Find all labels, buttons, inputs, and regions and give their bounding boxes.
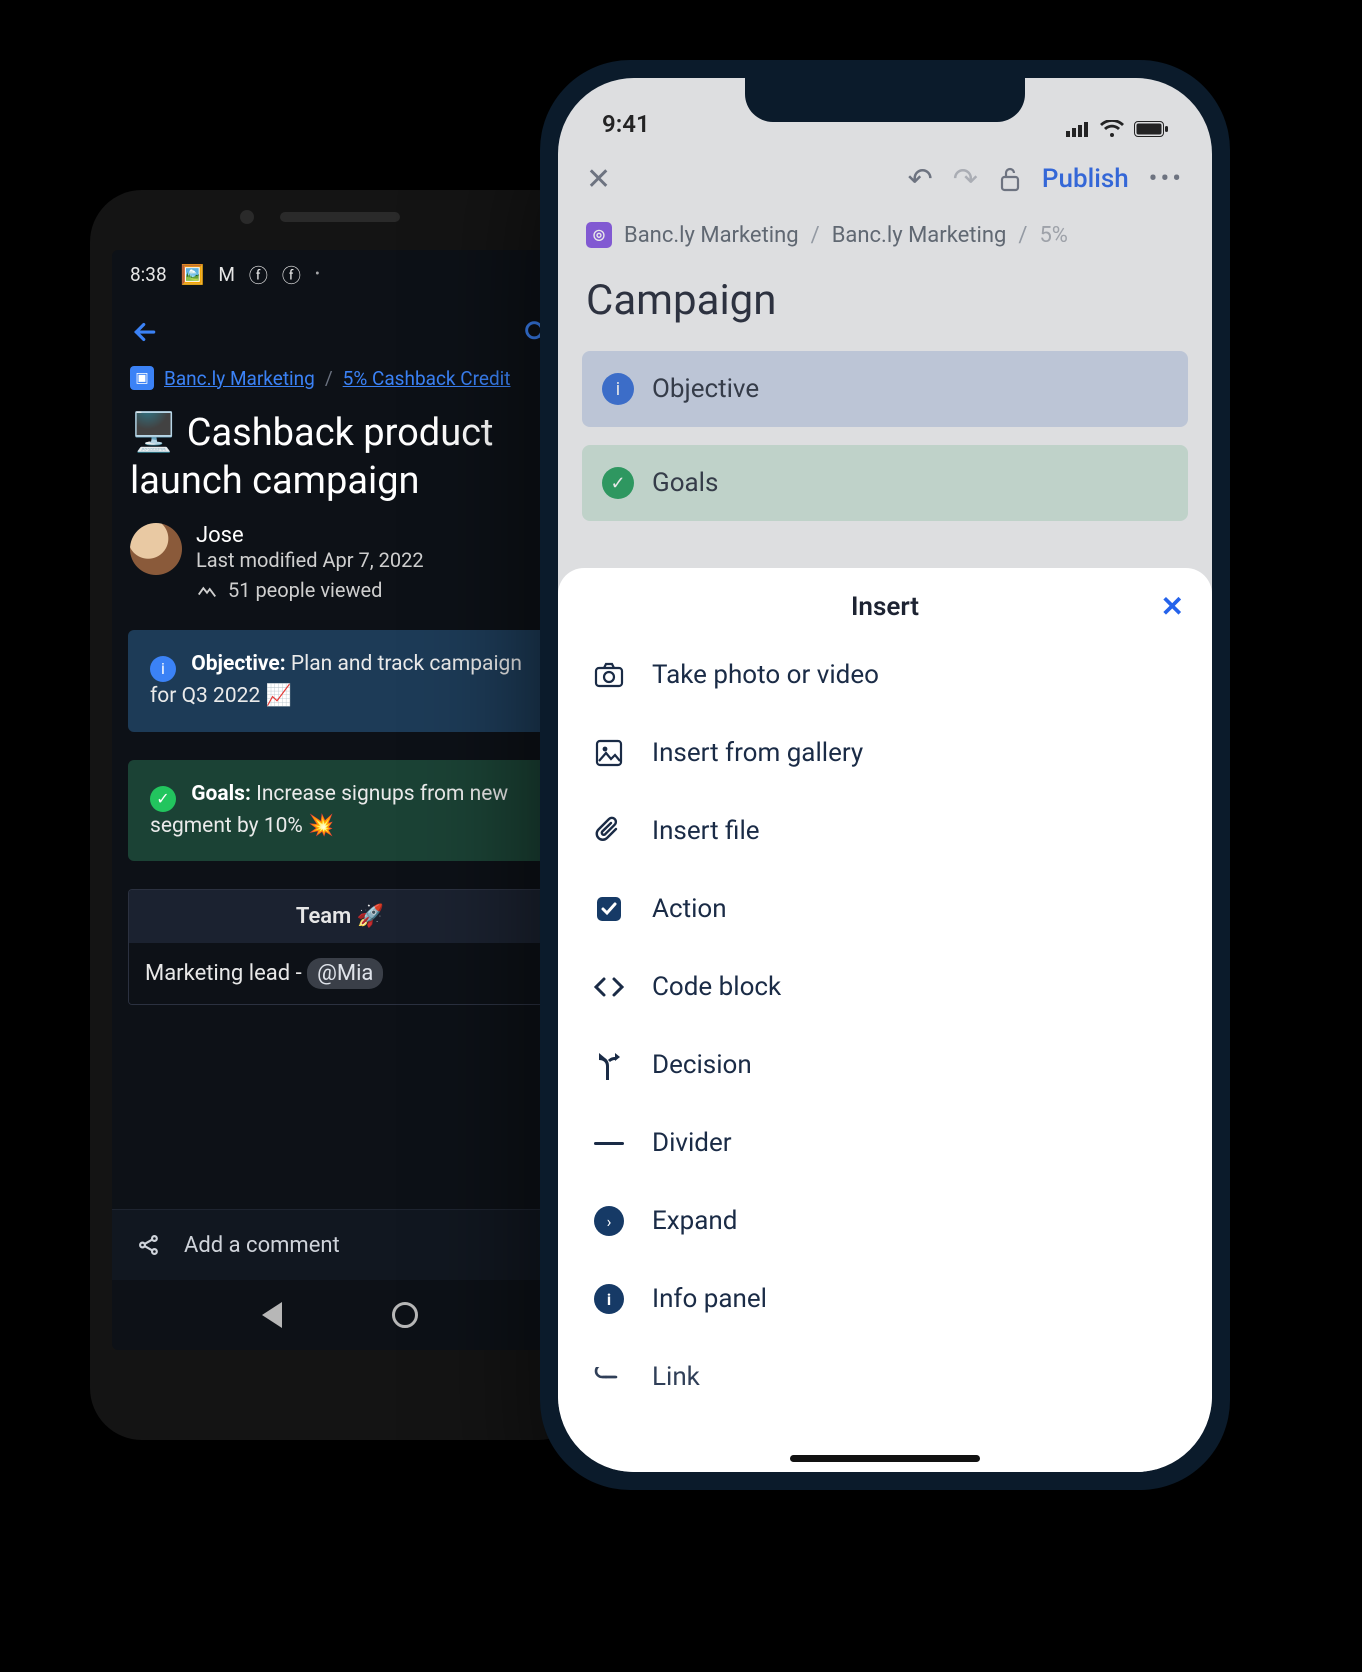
author-block: Jose Last modified Apr 7, 2022 51 people… [112,523,568,602]
view-count-text: 51 people viewed [228,578,382,602]
item-label: Link [652,1362,700,1392]
breadcrumb-separator: / [325,367,333,390]
share-icon[interactable] [136,1232,162,1258]
item-label: Insert file [652,816,760,846]
decision-icon [592,1048,626,1082]
camera-icon [592,658,626,692]
android-home-nav[interactable] [392,1302,418,1328]
android-screen: 8:38 🖼️ M ⓕ ⓕ • ▣ Banc.ly Marketing / 5%… [112,250,568,1350]
table-header: Team 🚀 [129,890,551,943]
back-button[interactable] [130,317,160,347]
android-speaker [280,212,400,222]
row-text: Marketing lead - [145,961,307,986]
insert-link[interactable]: Link [558,1338,1212,1416]
android-camera [240,210,254,224]
comment-placeholder[interactable]: Add a comment [184,1233,340,1258]
status-more-icon: • [315,266,320,282]
insert-divider[interactable]: Divider [558,1104,1212,1182]
info-icon: i [150,656,176,682]
objective-label: Objective: [191,652,285,676]
team-table: Team 🚀 Marketing lead - @Mia [128,889,552,1005]
status-facebook-icon: ⓕ [249,261,268,288]
status-gmail-icon: M [218,263,235,286]
insert-sheet: Insert ✕ Take photo or video Insert from… [558,568,1212,1472]
item-label: Action [652,894,727,924]
avatar[interactable] [130,523,182,575]
author-name[interactable]: Jose [196,523,424,548]
attachment-icon [592,814,626,848]
sheet-close-button[interactable]: ✕ [1161,590,1184,623]
status-messenger-icon: ⓕ [282,261,301,288]
insert-from-gallery[interactable]: Insert from gallery [558,714,1212,792]
android-top-toolbar [112,298,568,366]
sheet-title: Insert ✕ [558,568,1212,636]
insert-code-block[interactable]: Code block [558,948,1212,1026]
link-icon [592,1360,626,1394]
android-nav-bar [112,1280,568,1350]
page-title: 🖥️ Cashback product launch campaign [112,404,568,523]
iphone-frame: 9:41 ✕ ↶ ↷ Publish ••• ◎ Banc.ly Marketi… [540,60,1230,1490]
goals-panel[interactable]: ✓ Goals: Increase signups from new segme… [128,760,552,862]
view-count[interactable]: 51 people viewed [196,578,424,602]
home-indicator[interactable] [790,1455,980,1462]
item-label: Insert from gallery [652,738,863,768]
android-back-nav[interactable] [262,1302,282,1328]
item-label: Take photo or video [652,660,879,690]
comment-bar[interactable]: Add a comment [112,1209,568,1280]
divider-icon [592,1126,626,1160]
breadcrumb-space-link[interactable]: Banc.ly Marketing [164,367,315,390]
insert-file[interactable]: Insert file [558,792,1212,870]
viewers-icon [196,579,218,601]
info-panel-icon: i [592,1282,626,1316]
user-mention[interactable]: @Mia [307,958,383,989]
space-icon: ▣ [130,366,154,390]
code-icon [592,970,626,1004]
expand-icon: › [592,1204,626,1238]
gallery-icon [592,736,626,770]
breadcrumb-page-link[interactable]: 5% Cashback Credit [343,367,511,390]
check-icon: ✓ [150,786,176,812]
insert-expand[interactable]: › Expand [558,1182,1212,1260]
table-row[interactable]: Marketing lead - @Mia [129,943,551,1004]
status-image-icon: 🖼️ [181,263,205,286]
item-label: Info panel [652,1284,767,1314]
iphone-notch [745,78,1025,122]
insert-decision[interactable]: Decision [558,1026,1212,1104]
item-label: Decision [652,1050,752,1080]
insert-info-panel[interactable]: i Info panel [558,1260,1212,1338]
last-modified: Last modified Apr 7, 2022 [196,548,424,572]
item-label: Expand [652,1206,737,1236]
iphone-screen: 9:41 ✕ ↶ ↷ Publish ••• ◎ Banc.ly Marketi… [558,78,1212,1472]
goals-label: Goals: [191,782,251,806]
insert-take-photo[interactable]: Take photo or video [558,636,1212,714]
objective-panel[interactable]: i Objective: Plan and track campaign for… [128,630,552,732]
action-icon [592,892,626,926]
insert-action[interactable]: Action [558,870,1212,948]
android-phone-frame: 8:38 🖼️ M ⓕ ⓕ • ▣ Banc.ly Marketing / 5%… [90,190,590,1440]
breadcrumb: ▣ Banc.ly Marketing / 5% Cashback Credit [112,366,568,404]
item-label: Code block [652,972,781,1002]
status-time: 8:38 [130,263,167,286]
android-status-bar: 8:38 🖼️ M ⓕ ⓕ • [112,250,568,298]
item-label: Divider [652,1128,732,1158]
